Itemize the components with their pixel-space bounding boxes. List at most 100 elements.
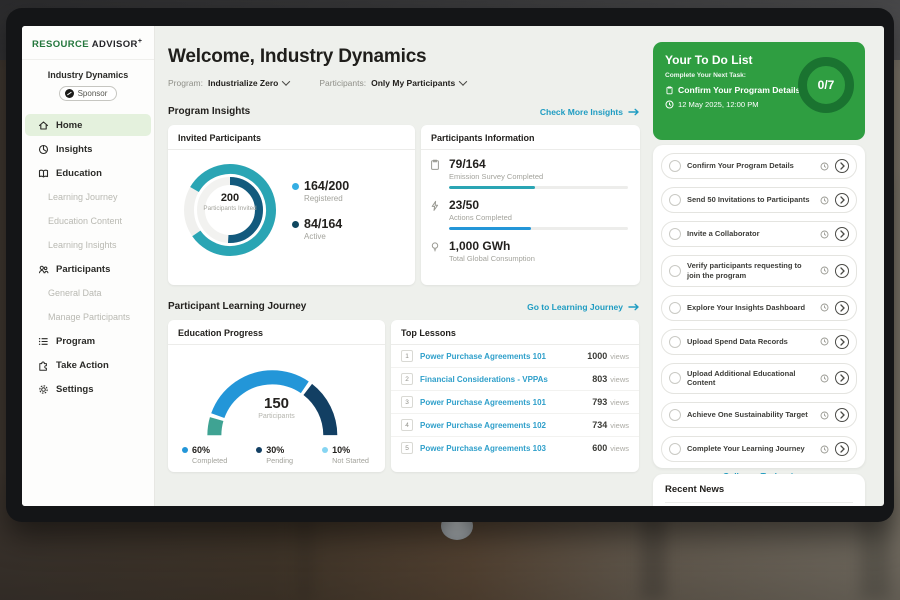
top-lessons-card: Top Lessons 1 Power Purchase Agreements … [391, 320, 639, 472]
clock-icon [820, 196, 829, 205]
lesson-views-suffix: views [610, 398, 629, 407]
task-checkbox[interactable] [669, 372, 681, 384]
lesson-title-link[interactable]: Power Purchase Agreements 103 [420, 444, 585, 453]
legend-value: 84/164 [304, 217, 342, 231]
task-checkbox[interactable] [669, 336, 681, 348]
lesson-title-link[interactable]: Financial Considerations - VPPAs [420, 375, 585, 384]
lesson-views-suffix: views [610, 421, 629, 430]
sidebar-item-manage-participants[interactable]: Manage Participants [25, 306, 151, 328]
task-checkbox[interactable] [669, 409, 681, 421]
actions-icon [429, 198, 442, 230]
task-chevron-button[interactable] [835, 193, 849, 207]
task-chevron-button[interactable] [835, 371, 849, 385]
legend-dot-pending [256, 447, 262, 453]
task-checkbox[interactable] [669, 302, 681, 314]
info-value: 1,000 GWh [449, 239, 628, 253]
task-chevron-button[interactable] [835, 227, 849, 241]
sidebar-item-participants[interactable]: Participants [25, 258, 151, 280]
education-icon [38, 168, 49, 179]
sidebar-item-insights[interactable]: Insights [25, 138, 151, 160]
sponsor-badge[interactable]: Sponsor [59, 86, 118, 101]
sponsor-icon [65, 89, 74, 98]
task-item[interactable]: Verify participants requesting to join t… [661, 255, 857, 287]
gauge-legend: 60% Completed 30% Pending 10% Not Starte… [168, 439, 385, 465]
sidebar-item-settings[interactable]: Settings [25, 378, 151, 400]
task-chevron-button[interactable] [835, 442, 849, 456]
lesson-views-suffix: views [610, 352, 629, 361]
task-item[interactable]: Upload Additional Educational Content [661, 363, 857, 395]
todo-counter: 0/7 [818, 78, 835, 92]
task-label: Verify participants requesting to join t… [687, 261, 814, 281]
clock-icon [820, 266, 829, 275]
info-value: 79/164 [449, 157, 628, 171]
program-filter-value: Industrialize Zero [208, 78, 278, 88]
task-checkbox[interactable] [669, 194, 681, 206]
sidebar-item-learning-insights[interactable]: Learning Insights [25, 234, 151, 256]
sidebar-item-label: Program [56, 336, 95, 347]
donut-center-label: Participants Invited [200, 205, 260, 213]
task-item[interactable]: Complete Your Learning Journey [661, 436, 857, 462]
recent-news-card: Recent News [653, 474, 865, 506]
lesson-title-link[interactable]: Power Purchase Agreements 101 [420, 398, 585, 407]
survey-progress-fill [449, 186, 535, 189]
lesson-title-link[interactable]: Power Purchase Agreements 101 [420, 352, 580, 361]
task-label: Upload Spend Data Records [687, 337, 814, 347]
task-checkbox[interactable] [669, 228, 681, 240]
sidebar-item-label: Learning Insights [48, 240, 117, 250]
todo-list-card: Confirm Your Program Details Send 50 Inv… [653, 145, 865, 468]
learning-journey-header: Participant Learning Journey Go to Learn… [168, 301, 640, 312]
check-more-insights-link[interactable]: Check More Insights [540, 107, 640, 117]
sidebar-item-general-data[interactable]: General Data [25, 282, 151, 304]
lesson-views-count: 734 [592, 420, 607, 430]
participants-filter[interactable]: Participants: Only My Participants [319, 78, 466, 88]
clipboard-icon [665, 86, 674, 95]
task-item[interactable]: Confirm Your Program Details [661, 153, 857, 179]
task-checkbox[interactable] [669, 443, 681, 455]
lesson-row: 5 Power Purchase Agreements 103 600views [391, 437, 639, 459]
task-item[interactable]: Achieve One Sustainability Target [661, 402, 857, 428]
clock-icon [820, 230, 829, 239]
lesson-rank: 2 [401, 373, 413, 385]
task-checkbox[interactable] [669, 265, 681, 277]
info-label: Actions Completed [449, 213, 628, 222]
program-filter[interactable]: Program: Industrialize Zero [168, 78, 289, 88]
lesson-row: 2 Financial Considerations - VPPAs 803vi… [391, 368, 639, 391]
task-item[interactable]: Upload Spend Data Records [661, 329, 857, 355]
section-title: Participant Learning Journey [168, 301, 306, 312]
main-content: Welcome, Industry Dynamics Program: Indu… [154, 26, 652, 506]
todo-header-card: Your To Do List Complete Your Next Task:… [653, 42, 865, 140]
task-chevron-button[interactable] [835, 301, 849, 315]
sidebar-item-program[interactable]: Program [25, 330, 151, 352]
sidebar-item-label: Learning Journey [48, 192, 118, 202]
invited-participants-card: Invited Participants 200 Participants In… [168, 125, 415, 285]
sidebar-item-label: Settings [56, 384, 93, 395]
lesson-rank: 5 [401, 442, 413, 454]
sidebar: RESOURCE ADVISOR+ Industry Dynamics Spon… [22, 26, 155, 506]
sidebar-item-education[interactable]: Education [25, 162, 151, 184]
sidebar-item-education-content[interactable]: Education Content [25, 210, 151, 232]
task-chevron-button[interactable] [835, 159, 849, 173]
sidebar-item-home[interactable]: Home [25, 114, 151, 136]
task-checkbox[interactable] [669, 160, 681, 172]
clock-icon [820, 411, 829, 420]
settings-icon [38, 384, 49, 395]
go-to-learning-journey-link[interactable]: Go to Learning Journey [527, 302, 640, 312]
logo-text-advisor: ADVISOR [92, 39, 138, 50]
legend-dot-registered [292, 183, 299, 190]
sidebar-item-label: Manage Participants [48, 312, 130, 322]
task-chevron-button[interactable] [835, 408, 849, 422]
task-chevron-button[interactable] [835, 264, 849, 278]
home-icon [38, 120, 49, 131]
task-item[interactable]: Send 50 Invitations to Participants [661, 187, 857, 213]
section-title: Program Insights [168, 106, 250, 117]
participants-information-card: Participants Information 79/164 Emission… [421, 125, 640, 285]
task-chevron-button[interactable] [835, 335, 849, 349]
chevron-down-icon [459, 77, 467, 85]
task-item[interactable]: Invite a Collaborator [661, 221, 857, 247]
legend-pct: 60% [192, 445, 210, 455]
task-item[interactable]: Explore Your Insights Dashboard [661, 295, 857, 321]
lesson-title-link[interactable]: Power Purchase Agreements 102 [420, 421, 585, 430]
sidebar-item-take-action[interactable]: Take Action [25, 354, 151, 376]
sidebar-item-label: Home [56, 120, 82, 131]
sidebar-item-learning-journey[interactable]: Learning Journey [25, 186, 151, 208]
